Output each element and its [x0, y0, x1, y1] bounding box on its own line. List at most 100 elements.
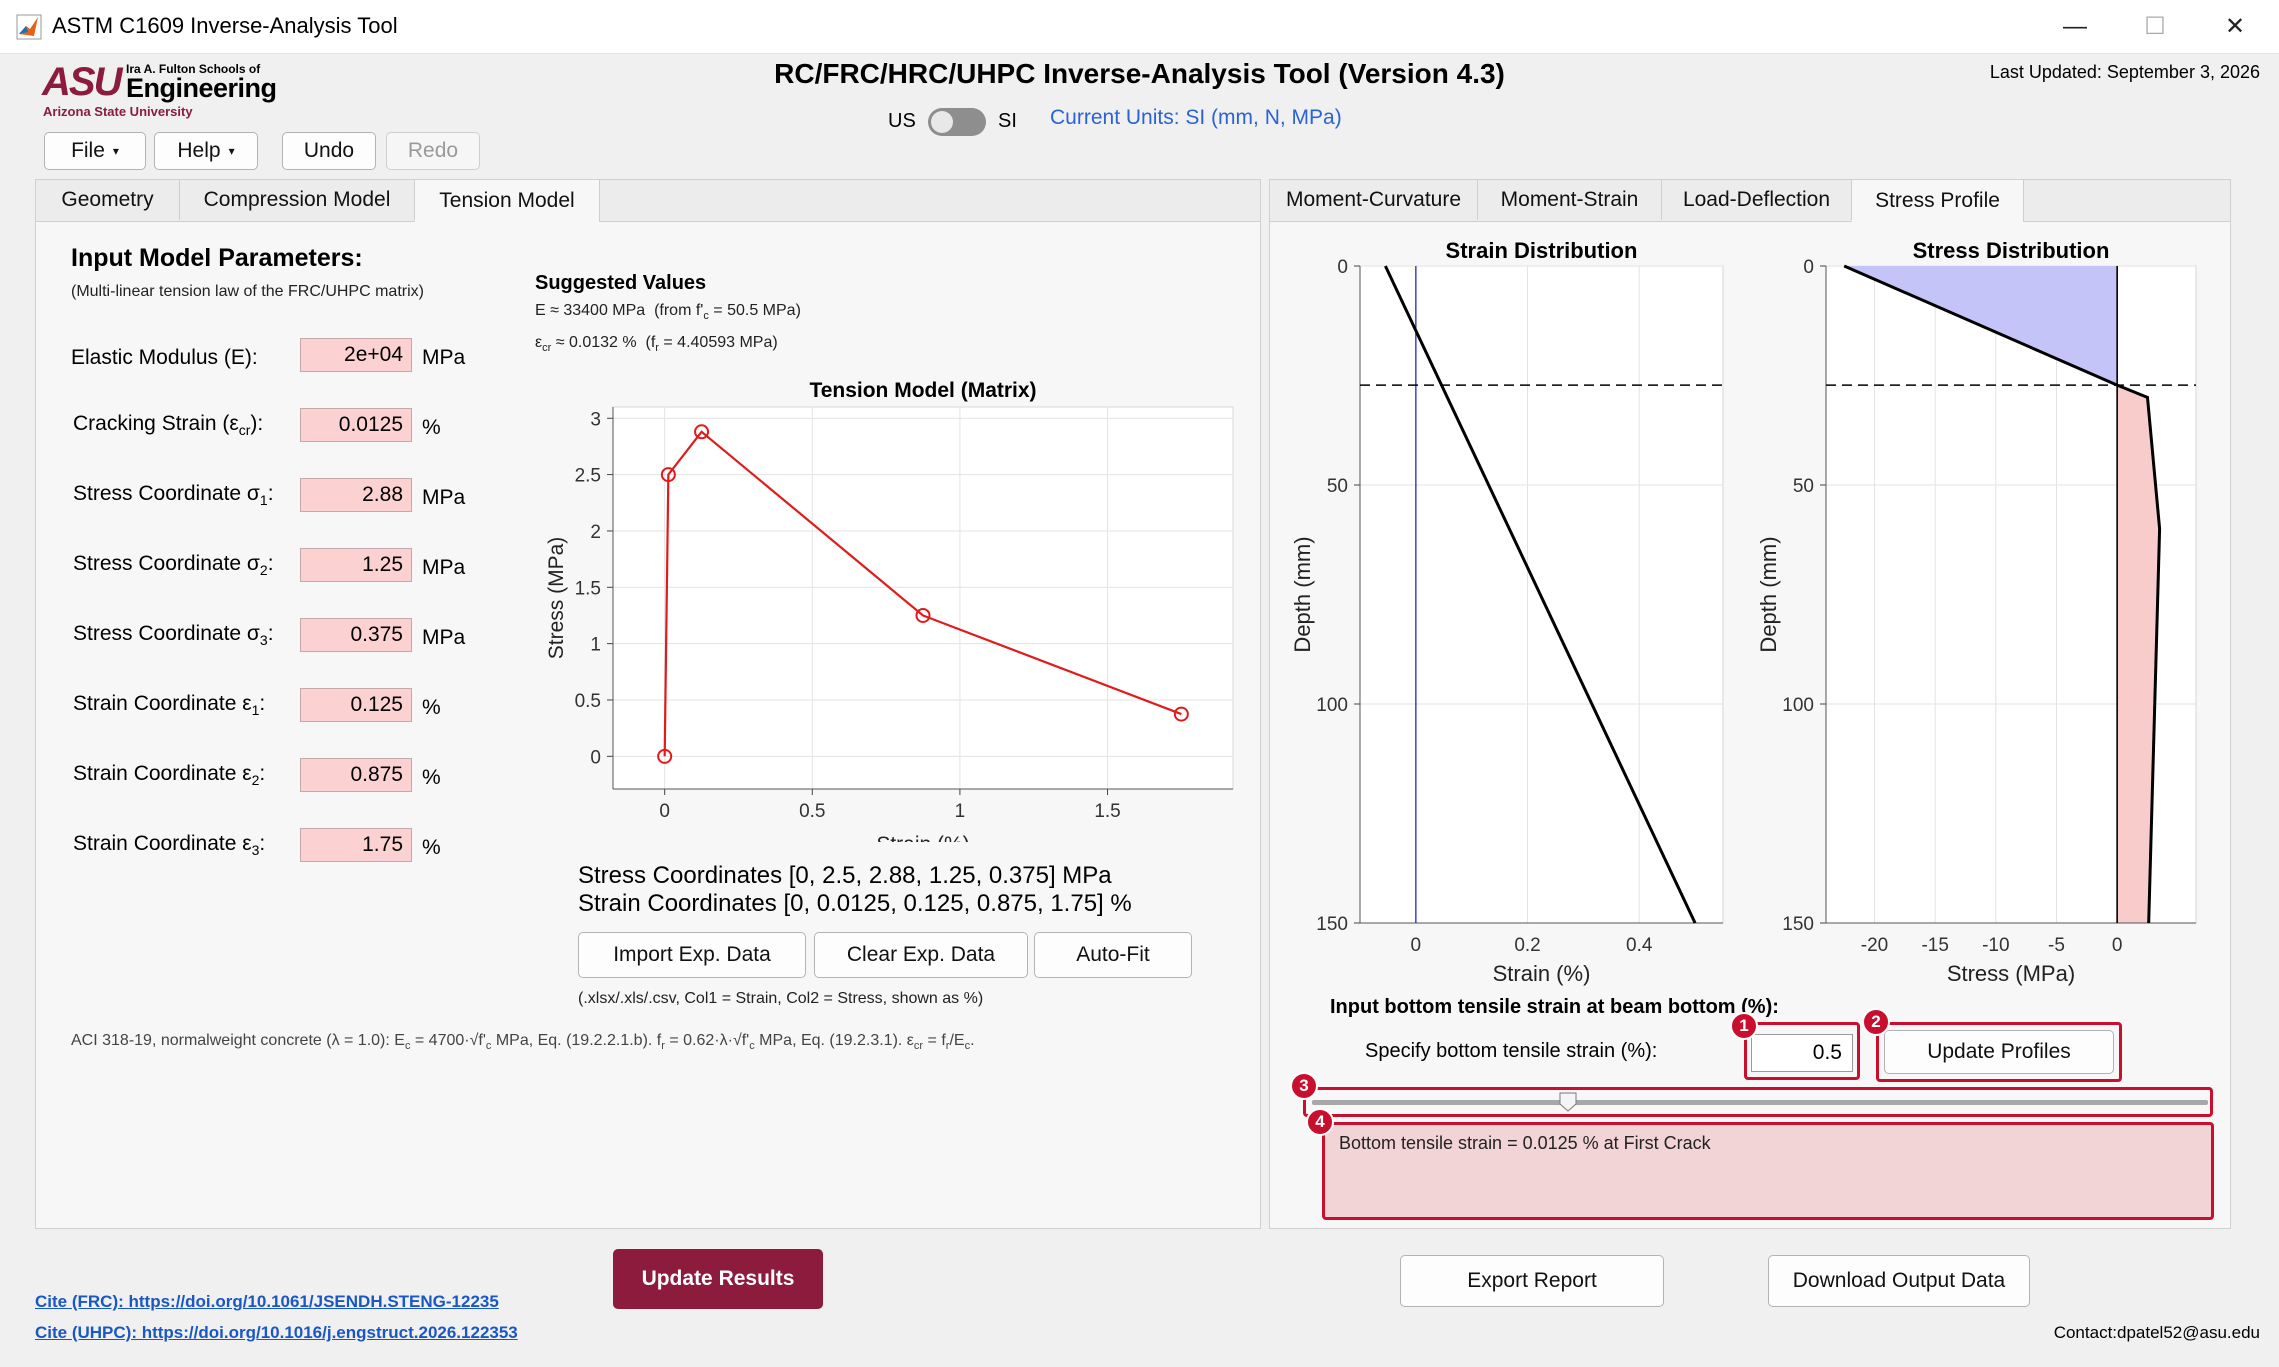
x-tick-label: 0.5	[799, 801, 825, 822]
cite-frc-link[interactable]: Cite (FRC): https://doi.org/10.1061/JSEN…	[35, 1292, 499, 1312]
badge-4: 4	[1306, 1108, 1334, 1136]
strain-coord-1-label: Strain Coordinate ε1:	[73, 692, 266, 719]
unit-label: %	[422, 766, 441, 789]
stress-coord-1-label: Stress Coordinate σ1:	[73, 482, 274, 509]
logo-sub-text: Arizona State University	[43, 104, 193, 119]
x-axis-label: Strain (%)	[876, 833, 969, 842]
y-tick-label: 100	[1316, 695, 1348, 716]
suggested-line-1: E ≈ 33400 MPa (from f'c = 50.5 MPa)	[535, 302, 801, 323]
export-report-button[interactable]: Export Report	[1400, 1255, 1664, 1307]
file-menu-button[interactable]: File ▾	[44, 132, 146, 170]
chevron-down-icon: ▾	[112, 144, 119, 158]
stress-coord-1-field[interactable]: 2.88	[300, 478, 412, 512]
y-tick-label: 3	[590, 409, 601, 430]
left-tabbar: Geometry Compression Model Tension Model	[36, 180, 1260, 222]
input-subheading: (Multi-linear tension law of the FRC/UHP…	[71, 283, 424, 300]
help-label: Help	[177, 139, 221, 162]
tab-geometry[interactable]: Geometry	[36, 180, 180, 220]
plot-area	[612, 406, 1234, 790]
strain-coord-1-field[interactable]: 0.125	[300, 688, 412, 722]
badge-3: 3	[1290, 1072, 1318, 1100]
strain-distribution-chart: 0 0.2 0.4 0 50 100 150 Strain Distribution Strai…	[1290, 238, 1724, 986]
strain-coord-2-label: Strain Coordinate ε2:	[73, 762, 266, 789]
redo-button[interactable]: Redo	[386, 132, 480, 170]
x-tick-label: 0	[659, 801, 670, 822]
x-tick-label: 0	[1411, 935, 1422, 956]
x-tick-label: 0.4	[1626, 935, 1653, 956]
help-menu-button[interactable]: Help ▾	[154, 132, 258, 170]
strain-coord-2-field[interactable]: 0.875	[300, 758, 412, 792]
x-tick-label: 0.2	[1514, 935, 1540, 956]
tab-compression-model[interactable]: Compression Model	[180, 180, 415, 220]
cracking-strain-field[interactable]: 0.0125	[300, 408, 412, 442]
suggested-title: Suggested Values	[535, 272, 707, 294]
stress-coord-3-label: Stress Coordinate σ3:	[73, 622, 274, 649]
tab-moment-strain[interactable]: Moment-Strain	[1478, 180, 1662, 220]
exp-data-hint: (.xlsx/.xls/.csv, Col1 = Strain, Col2 = …	[578, 990, 984, 1007]
unit-us-label: US	[888, 110, 916, 132]
clear-exp-data-button[interactable]: Clear Exp. Data	[814, 932, 1028, 978]
left-panel: Geometry Compression Model Tension Model…	[35, 179, 1261, 1229]
update-results-button[interactable]: Update Results	[613, 1249, 823, 1309]
unit-label: %	[422, 836, 441, 859]
tab-moment-curvature[interactable]: Moment-Curvature	[1270, 180, 1478, 220]
y-tick-label: 1	[590, 635, 601, 656]
y-tick-label: 150	[1782, 914, 1814, 935]
unit-label: %	[422, 696, 441, 719]
x-tick-label: 1.5	[1094, 801, 1120, 822]
page-title: RC/FRC/HRC/UHPC Inverse-Analysis Tool (V…	[774, 58, 1505, 89]
bottom-strain-input[interactable]: 0.5	[1751, 1034, 1853, 1072]
y-tick-label: 2	[590, 522, 601, 543]
matlab-icon	[16, 14, 42, 40]
import-exp-data-button[interactable]: Import Exp. Data	[578, 932, 806, 978]
chart-title: Strain Distribution	[1446, 238, 1638, 263]
tab-load-deflection[interactable]: Load-Deflection	[1662, 180, 1852, 220]
elastic-modulus-field[interactable]: 2e+04	[300, 338, 412, 372]
elastic-modulus-label: Elastic Modulus (E):	[71, 346, 258, 369]
bottom-strain-label: Specify bottom tensile strain (%):	[1365, 1040, 1658, 1062]
chart-title: Tension Model (Matrix)	[809, 379, 1036, 402]
undo-button[interactable]: Undo	[282, 132, 376, 170]
chart-title: Stress Distribution	[1913, 238, 2110, 263]
x-tick-label: -15	[1921, 935, 1948, 956]
status-box: Bottom tensile strain = 0.0125 % at Firs…	[1322, 1122, 2214, 1220]
unit-label: MPa	[422, 556, 466, 579]
close-button[interactable]: ✕	[2210, 8, 2260, 46]
cracking-strain-label: Cracking Strain (εcr):	[73, 412, 264, 439]
y-axis-label: Depth (mm)	[1290, 536, 1315, 652]
x-axis-label: Stress (MPa)	[1947, 961, 2075, 986]
stress-coord-2-label: Stress Coordinate σ2:	[73, 552, 274, 579]
cite-uhpc-link[interactable]: Cite (UHPC): https://doi.org/10.1016/j.e…	[35, 1323, 518, 1343]
unit-label: %	[422, 416, 441, 439]
x-axis-label: Strain (%)	[1493, 961, 1591, 986]
profile-heading: Input bottom tensile strain at beam bott…	[1330, 996, 1779, 1018]
y-tick-label: 1.5	[575, 578, 601, 599]
strain-coord-3-field[interactable]: 1.75	[300, 828, 412, 862]
stress-coord-3-field[interactable]: 0.375	[300, 618, 412, 652]
y-tick-label: 50	[1793, 476, 1814, 497]
x-tick-label: 1	[955, 801, 966, 822]
current-units: Current Units: SI (mm, N, MPa)	[1050, 106, 1342, 129]
maximize-button[interactable]: ☐	[2130, 8, 2180, 46]
download-output-button[interactable]: Download Output Data	[1768, 1255, 2030, 1307]
strain-coordinates-text: Strain Coordinates [0, 0.0125, 0.125, 0.…	[578, 890, 1132, 917]
tab-stress-profile[interactable]: Stress Profile	[1852, 180, 2024, 222]
auto-fit-button[interactable]: Auto-Fit	[1034, 932, 1192, 978]
stress-coord-2-field[interactable]: 1.25	[300, 548, 412, 582]
y-axis-label: Stress (MPa)	[545, 537, 568, 660]
x-tick-label: -5	[2048, 935, 2065, 956]
right-tabbar: Moment-Curvature Moment-Strain Load-Defl…	[1270, 180, 2230, 222]
unit-label: MPa	[422, 486, 466, 509]
y-tick-label: 100	[1782, 695, 1814, 716]
tab-tension-model[interactable]: Tension Model	[415, 180, 600, 222]
last-updated: Last Updated: September 3, 2026	[1989, 62, 2260, 82]
x-tick-label: 0	[2112, 935, 2123, 956]
units-toggle[interactable]	[928, 108, 986, 136]
minimize-button[interactable]: —	[2050, 8, 2100, 46]
strain-slider-track[interactable]	[1312, 1100, 2208, 1105]
update-profiles-button[interactable]: Update Profiles	[1884, 1030, 2114, 1074]
status-text: Bottom tensile strain = 0.0125 % at Firs…	[1339, 1133, 1711, 1153]
strain-slider-thumb[interactable]	[1559, 1092, 1577, 1112]
unit-label: MPa	[422, 626, 466, 649]
y-tick-label: 0	[1337, 257, 1348, 278]
